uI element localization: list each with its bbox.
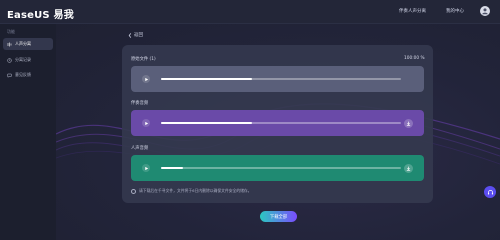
track-label-original: 原始文件 (1) bbox=[131, 57, 156, 62]
app-logo-text: EaseUS 易我 bbox=[7, 10, 74, 21]
feedback-icon bbox=[7, 73, 12, 78]
music-separate-icon bbox=[7, 42, 12, 46]
nav-link-separate[interactable]: 伴奏人声分离 bbox=[399, 8, 426, 14]
progress-percent: 100:00 % bbox=[404, 56, 425, 61]
sidebar-item-vocal-separation[interactable]: 人声分离 bbox=[3, 38, 53, 50]
avatar[interactable] bbox=[480, 6, 490, 16]
sidebar-item-label: 分离记录 bbox=[15, 57, 31, 62]
seek-bar-vocals[interactable] bbox=[161, 167, 401, 169]
track-label-accompaniment: 伴奏音频 bbox=[131, 101, 149, 106]
play-icon bbox=[144, 121, 148, 125]
sidebar-item-label: 人声分离 bbox=[15, 41, 31, 46]
seek-bar-fill bbox=[161, 167, 183, 169]
chevron-left-icon bbox=[128, 32, 132, 38]
play-button-vocals[interactable] bbox=[142, 164, 150, 172]
seek-bar-fill bbox=[161, 78, 253, 80]
top-bar: EaseUS 易我 伴奏人声分离 我的中心 bbox=[0, 0, 500, 24]
sidebar-heading: 功能 bbox=[7, 29, 15, 34]
seek-bar-accompaniment[interactable] bbox=[161, 122, 401, 124]
headset-icon bbox=[487, 189, 493, 194]
download-vocals-button[interactable] bbox=[404, 164, 413, 173]
track-vocals bbox=[131, 155, 424, 181]
play-icon bbox=[144, 77, 148, 81]
seek-bar-original[interactable] bbox=[161, 78, 401, 80]
sidebar-item-label: 意见反馈 bbox=[15, 72, 31, 77]
info-note: 请下载后在千寻文件，文件将于6日内删除以确保文件安全的储存。 bbox=[131, 188, 252, 194]
sidebar-item-history[interactable]: 分离记录 bbox=[3, 54, 53, 66]
download-icon bbox=[406, 121, 411, 126]
user-icon bbox=[482, 8, 488, 15]
info-icon bbox=[131, 188, 136, 194]
nav-link-account[interactable]: 我的中心 bbox=[446, 8, 464, 14]
download-all-button[interactable]: 下载全部 bbox=[260, 211, 297, 222]
play-icon bbox=[144, 166, 148, 170]
download-all-label: 下载全部 bbox=[269, 214, 288, 220]
track-original bbox=[131, 66, 424, 92]
track-accompaniment bbox=[131, 110, 424, 136]
play-button-original[interactable] bbox=[142, 75, 150, 83]
track-label-vocals: 人声音频 bbox=[131, 146, 149, 151]
back-link[interactable]: 返回 bbox=[128, 32, 143, 38]
sidebar-item-feedback[interactable]: 意见反馈 bbox=[3, 69, 53, 81]
info-note-text: 请下载后在千寻文件，文件将于6日内删除以确保文件安全的储存。 bbox=[139, 188, 252, 193]
history-icon bbox=[7, 57, 12, 63]
app-logo[interactable]: EaseUS 易我 bbox=[7, 6, 74, 21]
seek-bar-fill bbox=[161, 122, 253, 124]
download-accompaniment-button[interactable] bbox=[404, 119, 413, 128]
help-button[interactable] bbox=[484, 186, 496, 198]
back-label: 返回 bbox=[134, 33, 143, 38]
download-icon bbox=[406, 166, 411, 171]
play-button-accompaniment[interactable] bbox=[142, 119, 150, 127]
